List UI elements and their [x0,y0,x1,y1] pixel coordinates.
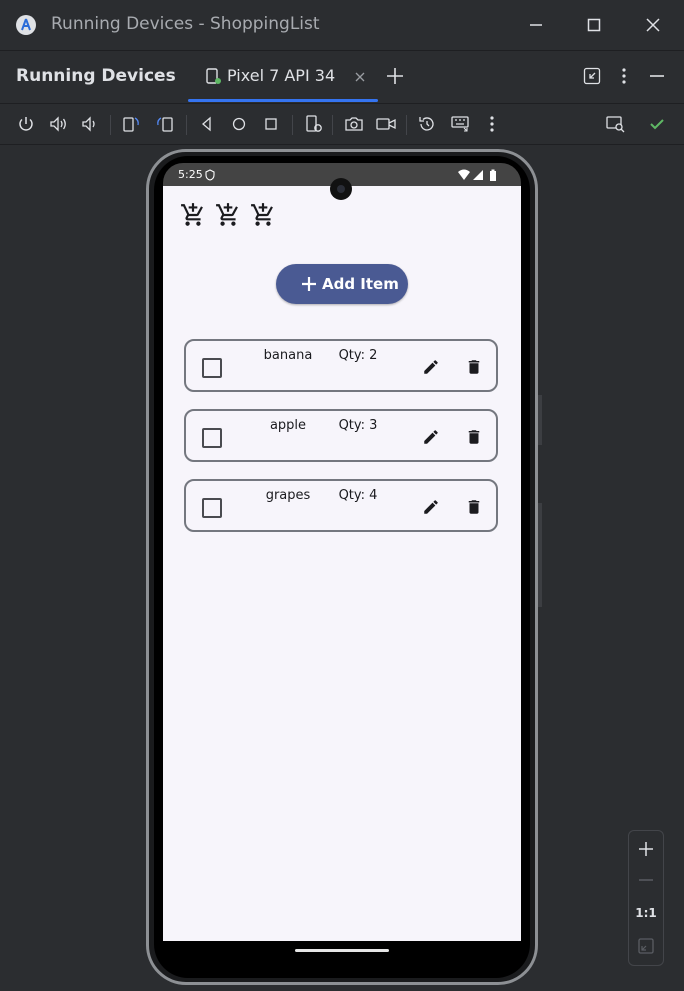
maximize-window-button[interactable] [581,12,607,38]
screenshot-camera-icon[interactable] [344,114,364,134]
item-name: grapes [265,488,311,503]
battery-icon [490,169,496,181]
add-item-label: Add Item [322,275,399,293]
power-icon[interactable] [16,114,36,134]
check-icon[interactable] [647,114,667,134]
add-shopping-cart-icon[interactable] [250,202,276,228]
android-studio-logo-icon [16,15,36,35]
phone-volume-rocker [538,503,542,607]
toolbar-more-icon[interactable] [484,114,500,134]
android-navigation-bar [163,941,521,962]
back-icon[interactable] [197,114,217,134]
overview-icon[interactable] [261,114,281,134]
device-settings-icon[interactable] [304,114,324,134]
front-camera-icon [330,178,352,200]
delete-trash-icon[interactable] [465,498,483,516]
active-tab-underline [188,99,378,102]
zoom-to-fit-icon[interactable] [636,936,656,956]
edit-pencil-icon[interactable] [422,428,440,446]
home-icon[interactable] [229,114,249,134]
list-item: apple Qty: 3 [184,409,498,462]
volume-up-icon[interactable] [48,114,70,134]
actual-size-button[interactable]: 1:1 [629,906,663,920]
layout-inspector-icon[interactable] [605,114,627,134]
phone-power-button [538,395,542,445]
tab-label: Pixel 7 API 34 [227,66,336,85]
add-device-icon[interactable] [385,66,405,86]
delete-trash-icon[interactable] [465,358,483,376]
zoom-in-icon[interactable] [636,839,656,859]
restore-layout-icon[interactable] [582,66,602,86]
volume-down-icon[interactable] [80,114,100,134]
shopping-list-app: Add Item banana Qty: 2 apple Qty: 3 grap… [163,186,521,941]
toolbar-separator [332,115,333,135]
edit-pencil-icon[interactable] [422,358,440,376]
item-checkbox[interactable] [202,428,222,448]
rotate-right-icon[interactable] [155,114,175,134]
close-window-button[interactable] [640,12,666,38]
window-titlebar: Running Devices - ShoppingList [0,0,684,50]
cell-signal-icon [473,170,483,180]
shield-icon [205,169,215,181]
emulator-toolbar [0,104,684,144]
item-quantity: Qty: 2 [338,348,378,363]
add-item-button[interactable]: Add Item [276,264,408,304]
rotate-left-icon[interactable] [121,114,141,134]
zoom-out-icon[interactable] [636,870,656,890]
keyboard-input-icon[interactable] [450,114,472,134]
window-title: Running Devices - ShoppingList [51,14,320,34]
plus-icon [302,277,316,291]
list-item: banana Qty: 2 [184,339,498,392]
toolbar-separator [110,115,111,135]
close-tab-icon[interactable] [354,71,366,83]
item-quantity: Qty: 4 [338,488,378,503]
more-options-icon[interactable] [616,66,632,86]
edit-pencil-icon[interactable] [422,498,440,516]
running-device-icon [206,68,221,84]
item-name: banana [263,348,313,363]
screen-record-icon[interactable] [375,114,397,134]
toolbar-separator [292,115,293,135]
wifi-icon [458,169,470,180]
item-quantity: Qty: 3 [338,418,378,433]
add-shopping-cart-icon[interactable] [215,202,241,228]
toolbar-separator [186,115,187,135]
snapshot-restore-icon[interactable] [417,114,437,134]
item-checkbox[interactable] [202,498,222,518]
gesture-nav-handle[interactable] [295,949,389,952]
phone-screen[interactable]: 5:25 Add Item banana Qty: 2 apple Qty: 3… [163,163,521,962]
status-time: 5:25 [178,168,203,181]
minimize-window-button[interactable] [523,12,549,38]
item-name: apple [269,418,307,433]
tool-window-title: Running Devices [16,66,176,86]
tab-pixel-7-api-34[interactable]: Pixel 7 API 34 [188,50,378,102]
add-shopping-cart-icon[interactable] [180,202,206,228]
zoom-controls: 1:1 [628,830,664,966]
hide-tool-window-icon[interactable] [647,66,667,86]
delete-trash-icon[interactable] [465,428,483,446]
list-item: grapes Qty: 4 [184,479,498,532]
item-checkbox[interactable] [202,358,222,378]
toolbar-separator [406,115,407,135]
